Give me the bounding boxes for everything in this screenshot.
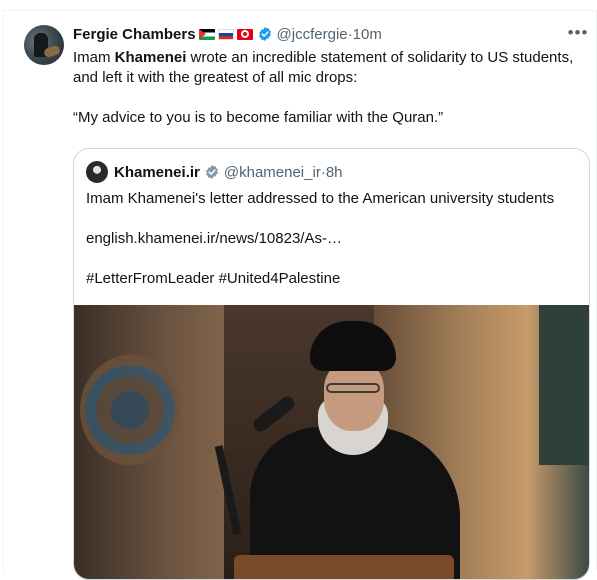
more-options-icon[interactable]: ••• <box>564 23 592 45</box>
quoted-header: Khamenei.ir @khamenei_ir · 8h <box>86 161 343 183</box>
tweet-paragraph-2: “My advice to you is to become familiar … <box>73 109 444 126</box>
image-panel <box>539 305 589 465</box>
quoted-author-name[interactable]: Khamenei.ir <box>114 164 200 181</box>
author-avatar[interactable] <box>24 25 64 65</box>
tweet-time[interactable]: 10m <box>353 26 382 43</box>
quoted-tweet[interactable]: Khamenei.ir @khamenei_ir · 8h Imam Khame… <box>73 148 590 580</box>
tunisia-flag-icon <box>236 28 253 40</box>
quoted-time[interactable]: 8h <box>326 164 343 181</box>
tweet-text-part: Imam <box>73 49 115 66</box>
quoted-author-handle[interactable]: @khamenei_ir <box>224 164 321 181</box>
quoted-line: Imam Khamenei's letter addressed to the … <box>86 190 555 207</box>
image-desk <box>234 555 454 579</box>
verified-badge-icon <box>258 27 271 41</box>
quoted-hashtags[interactable]: #LetterFromLeader #United4Palestine <box>86 269 581 289</box>
tweet-header: Fergie Chambers @jccfergie · 10m <box>73 23 382 45</box>
image-figure-turban <box>310 321 396 371</box>
image-figure-face <box>324 361 384 431</box>
palestine-flag-icon <box>198 28 215 40</box>
quoted-link[interactable]: english.khamenei.ir/news/10823/As-… <box>86 229 581 249</box>
image-ornament <box>80 355 180 465</box>
quoted-media-image[interactable] <box>74 305 589 579</box>
tweet-text-bold: Khamenei <box>114 49 187 66</box>
quoted-avatar[interactable] <box>86 161 108 183</box>
tweet-paragraph-1: Imam Khamenei wrote an incredible statem… <box>73 48 583 88</box>
author-handle[interactable]: @jccfergie <box>277 26 348 43</box>
author-name[interactable]: Fergie Chambers <box>73 26 196 43</box>
tweet-card[interactable]: Fergie Chambers @jccfergie · 10m ••• Ima… <box>3 10 597 580</box>
russia-flag-icon <box>217 28 234 40</box>
verified-badge-icon <box>206 165 218 179</box>
image-figure-glasses <box>326 383 380 393</box>
tweet-text: Imam Khamenei wrote an incredible statem… <box>73 48 583 128</box>
quoted-text: Imam Khamenei's letter addressed to the … <box>86 189 581 289</box>
